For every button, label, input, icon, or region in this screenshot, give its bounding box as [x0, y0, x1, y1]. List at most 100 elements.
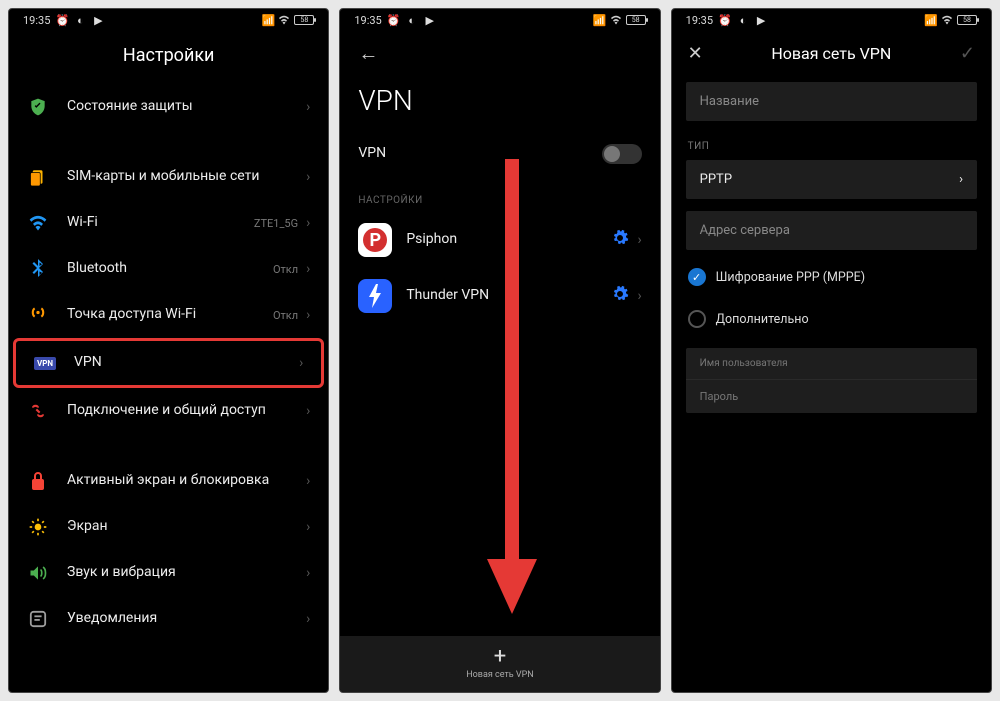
battery-icon: 58: [294, 15, 314, 25]
page-title: Настройки: [9, 31, 328, 84]
wifi-icon: [610, 14, 622, 26]
row-sound[interactable]: Звук и вибрация ›: [9, 550, 328, 596]
signal-icon: 📶: [262, 14, 274, 26]
shield-icon: [27, 96, 49, 118]
username-input[interactable]: Имя пользователя: [686, 348, 977, 380]
row-bluetooth[interactable]: Bluetooth Откл ›: [9, 246, 328, 292]
row-label: Bluetooth: [67, 260, 273, 278]
alarm-off-icon: ⏰: [719, 14, 731, 26]
row-sub: ZTE1_5G: [254, 217, 298, 230]
encryption-checkbox-row[interactable]: ✓ Шифрование PPP (MPPE): [672, 256, 991, 298]
name-input[interactable]: Название: [686, 82, 977, 121]
checkbox-checked-icon: ✓: [688, 268, 706, 286]
row-sim[interactable]: SIM-карты и мобильные сети ›: [9, 154, 328, 200]
thunder-icon: [358, 279, 392, 313]
chevron-right-icon: ›: [637, 288, 641, 304]
row-label: Подключение и общий доступ: [67, 402, 306, 420]
checkbox-label: Дополнительно: [716, 312, 809, 327]
add-caption: Новая сеть VPN: [340, 670, 659, 680]
row-label: VPN: [74, 354, 299, 372]
checkbox-label: Шифрование PPP (MPPE): [716, 270, 865, 285]
screen-new-vpn: 19:35 ⏰ ◐ ▶ 📶 58 ✕ Новая сеть VPN ✓ Назв…: [671, 8, 992, 693]
wifi-icon: [27, 212, 49, 234]
chevron-right-icon: ›: [306, 169, 310, 185]
row-label: Wi-Fi: [67, 214, 254, 232]
app-name: Thunder VPN: [406, 287, 611, 305]
row-label: Состояние защиты: [67, 98, 306, 116]
row-sharing[interactable]: Подключение и общий доступ ›: [9, 388, 328, 434]
password-input[interactable]: Пароль: [686, 380, 977, 413]
status-time: 19:35: [354, 14, 381, 27]
row-label: Экран: [67, 518, 306, 536]
chevron-right-icon: ›: [306, 403, 310, 419]
row-label: Активный экран и блокировка: [67, 472, 306, 490]
app-name: Psiphon: [406, 231, 611, 249]
row-display[interactable]: Экран ›: [9, 504, 328, 550]
signal-icon: 📶: [594, 14, 606, 26]
battery-icon: 58: [957, 15, 977, 25]
vpn-icon: VPN: [34, 352, 56, 374]
chevron-right-icon: ›: [959, 172, 963, 187]
status-bar: 19:35 ⏰ ◐ ▶ 📶 58: [9, 9, 328, 31]
status-bar: 19:35 ⏰ ◐ ▶ 📶 58: [672, 9, 991, 31]
row-wifi[interactable]: Wi-Fi ZTE1_5G ›: [9, 200, 328, 246]
chevron-right-icon: ›: [306, 473, 310, 489]
toggle-label: VPN: [358, 145, 601, 163]
page-title: VPN: [340, 76, 659, 131]
psiphon-icon: P: [358, 223, 392, 257]
server-input[interactable]: Адрес сервера: [686, 211, 977, 250]
sound-icon: [27, 562, 49, 584]
row-security-status[interactable]: Состояние защиты ›: [9, 84, 328, 130]
chevron-right-icon: ›: [306, 215, 310, 231]
type-label: ТИП: [672, 127, 991, 154]
gear-icon[interactable]: [611, 229, 629, 251]
row-lockscreen[interactable]: Активный экран и блокировка ›: [9, 458, 328, 504]
chevron-right-icon: ›: [306, 611, 310, 627]
close-button[interactable]: ✕: [688, 43, 703, 64]
row-vpn[interactable]: VPN VPN ›: [13, 338, 324, 388]
chevron-right-icon: ›: [306, 519, 310, 535]
chevron-right-icon: ›: [306, 307, 310, 323]
type-select[interactable]: PPTP ›: [686, 160, 977, 199]
plus-icon: +: [340, 646, 659, 668]
chevron-right-icon: ›: [306, 261, 310, 277]
row-label: SIM-карты и мобильные сети: [67, 168, 306, 186]
share-icon: [27, 400, 49, 422]
row-hotspot[interactable]: Точка доступа Wi-Fi Откл ›: [9, 292, 328, 338]
dnd-icon: ◐: [406, 14, 418, 26]
section-label: НАСТРОЙКИ: [340, 177, 659, 212]
status-time: 19:35: [23, 14, 50, 27]
screen-vpn-list: 19:35 ⏰ ◐ ▶ 📶 58 ← VPN VPN НАСТРОЙКИ P P…: [339, 8, 660, 693]
hotspot-icon: [27, 304, 49, 326]
vpn-master-toggle-row: VPN: [340, 131, 659, 177]
screen-settings: 19:35 ⏰ ◐ ▶ 📶 58 Настройки Состояние защ…: [8, 8, 329, 693]
status-time: 19:35: [686, 14, 713, 27]
dnd-icon: ◐: [74, 14, 86, 26]
battery-icon: 58: [626, 15, 646, 25]
gear-icon[interactable]: [611, 285, 629, 307]
back-button[interactable]: ←: [358, 41, 378, 65]
vpn-app-thunder[interactable]: Thunder VPN ›: [340, 268, 659, 324]
type-value: PPTP: [700, 172, 732, 187]
row-label: Звук и вибрация: [67, 564, 306, 582]
row-label: Точка доступа Wi-Fi: [67, 306, 273, 324]
signal-icon: 📶: [925, 14, 937, 26]
vpn-app-psiphon[interactable]: P Psiphon ›: [340, 212, 659, 268]
chevron-right-icon: ›: [637, 232, 641, 248]
notification-icon: [27, 608, 49, 630]
row-notifications[interactable]: Уведомления ›: [9, 596, 328, 642]
vpn-toggle[interactable]: [602, 144, 642, 164]
advanced-checkbox-row[interactable]: Дополнительно: [672, 298, 991, 340]
bluetooth-icon: [27, 258, 49, 280]
add-vpn-button[interactable]: + Новая сеть VPN: [340, 636, 659, 692]
video-icon: ▶: [424, 14, 436, 26]
wifi-icon: [941, 14, 953, 26]
row-sub: Откл: [273, 309, 298, 322]
lock-icon: [27, 470, 49, 492]
confirm-button[interactable]: ✓: [960, 43, 975, 64]
chevron-right-icon: ›: [299, 355, 303, 371]
wifi-icon: [278, 14, 290, 26]
credentials-block: Имя пользователя Пароль: [686, 348, 977, 413]
video-icon: ▶: [755, 14, 767, 26]
dnd-icon: ◐: [737, 14, 749, 26]
